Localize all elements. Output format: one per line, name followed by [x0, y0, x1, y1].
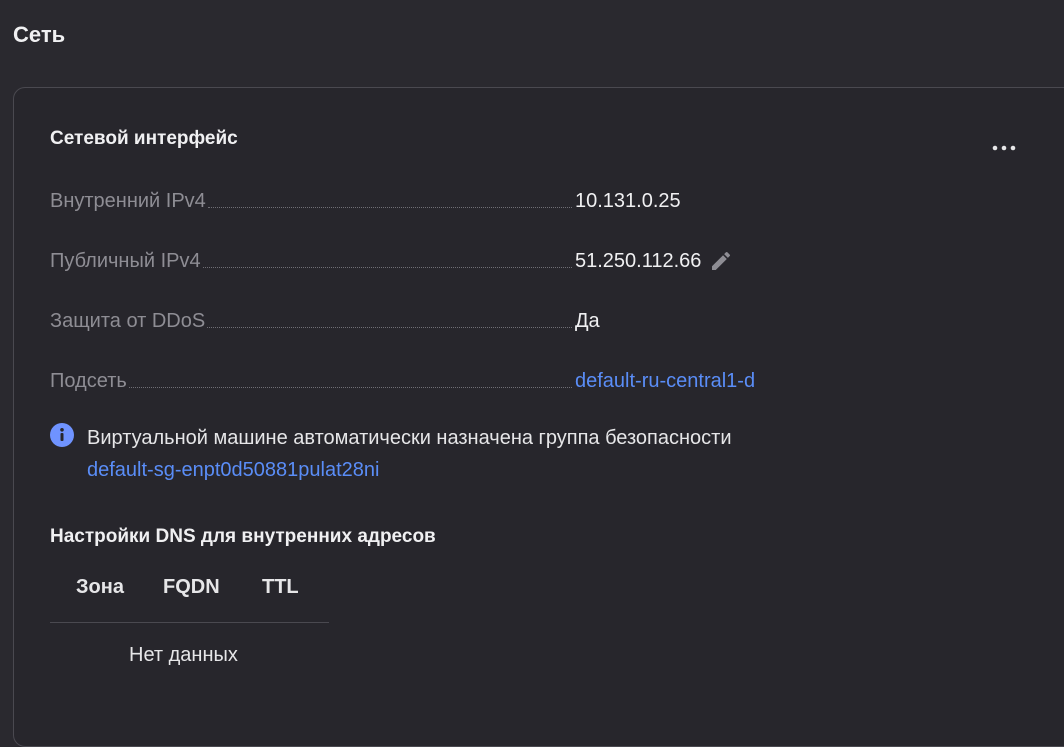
dns-table-header: Зона FQDN TTL — [50, 570, 329, 623]
property-value-internal-ipv4: 10.131.0.25 — [575, 189, 681, 212]
section-title: Сеть — [13, 22, 66, 47]
property-value-ddos: Да — [575, 309, 600, 332]
dotted-leader — [202, 267, 572, 268]
property-row-subnet: Подсеть default-ru-central1-d — [50, 366, 850, 396]
property-value-subnet: default-ru-central1-d — [575, 366, 755, 396]
security-group-link[interactable]: default-sg-enpt0d50881pulat28ni — [87, 455, 379, 485]
dotted-leader — [207, 207, 572, 208]
property-label: Подсеть — [50, 366, 572, 396]
empty-state-text: Нет данных — [129, 644, 238, 666]
property-label: Защита от DDoS — [50, 306, 572, 336]
property-label-text: Публичный IPv4 — [50, 250, 201, 272]
property-label-text: Защита от DDoS — [50, 310, 206, 332]
property-row-public-ipv4: Публичный IPv4 51.250.112.66 — [50, 246, 850, 276]
dns-table: Зона FQDN TTL Нет данных — [50, 570, 329, 666]
property-row-ddos: Защита от DDoS Да — [50, 306, 850, 336]
property-label-text: Внутренний IPv4 — [50, 190, 206, 212]
public-ipv4-value: 51.250.112.66 — [575, 249, 702, 272]
property-label: Публичный IPv4 — [50, 246, 572, 276]
more-actions-button[interactable] — [986, 136, 1022, 160]
network-interface-card: Сетевой интерфейс Внутренний IPv4 10.131… — [13, 87, 1064, 747]
dotted-leader — [128, 387, 572, 388]
property-label-text: Подсеть — [50, 370, 127, 392]
card-title: Сетевой интерфейс — [50, 128, 238, 149]
dns-settings-title: Настройки DNS для внутренних адресов — [50, 526, 436, 547]
more-horizontal-icon — [992, 145, 1016, 151]
column-header-fqdn[interactable]: FQDN — [163, 570, 220, 604]
property-value-public-ipv4: 51.250.112.66 — [575, 246, 733, 276]
property-label: Внутренний IPv4 — [50, 186, 572, 216]
subnet-link[interactable]: default-ru-central1-d — [575, 370, 755, 393]
dotted-leader — [207, 327, 572, 328]
column-header-zone[interactable]: Зона — [76, 570, 124, 604]
property-row-internal-ipv4: Внутренний IPv4 10.131.0.25 — [50, 186, 850, 216]
column-header-ttl[interactable]: TTL — [262, 570, 299, 604]
pencil-icon[interactable] — [709, 249, 733, 273]
security-notice-text: Виртуальной машине автоматически назначе… — [87, 427, 732, 449]
info-icon — [50, 423, 74, 447]
